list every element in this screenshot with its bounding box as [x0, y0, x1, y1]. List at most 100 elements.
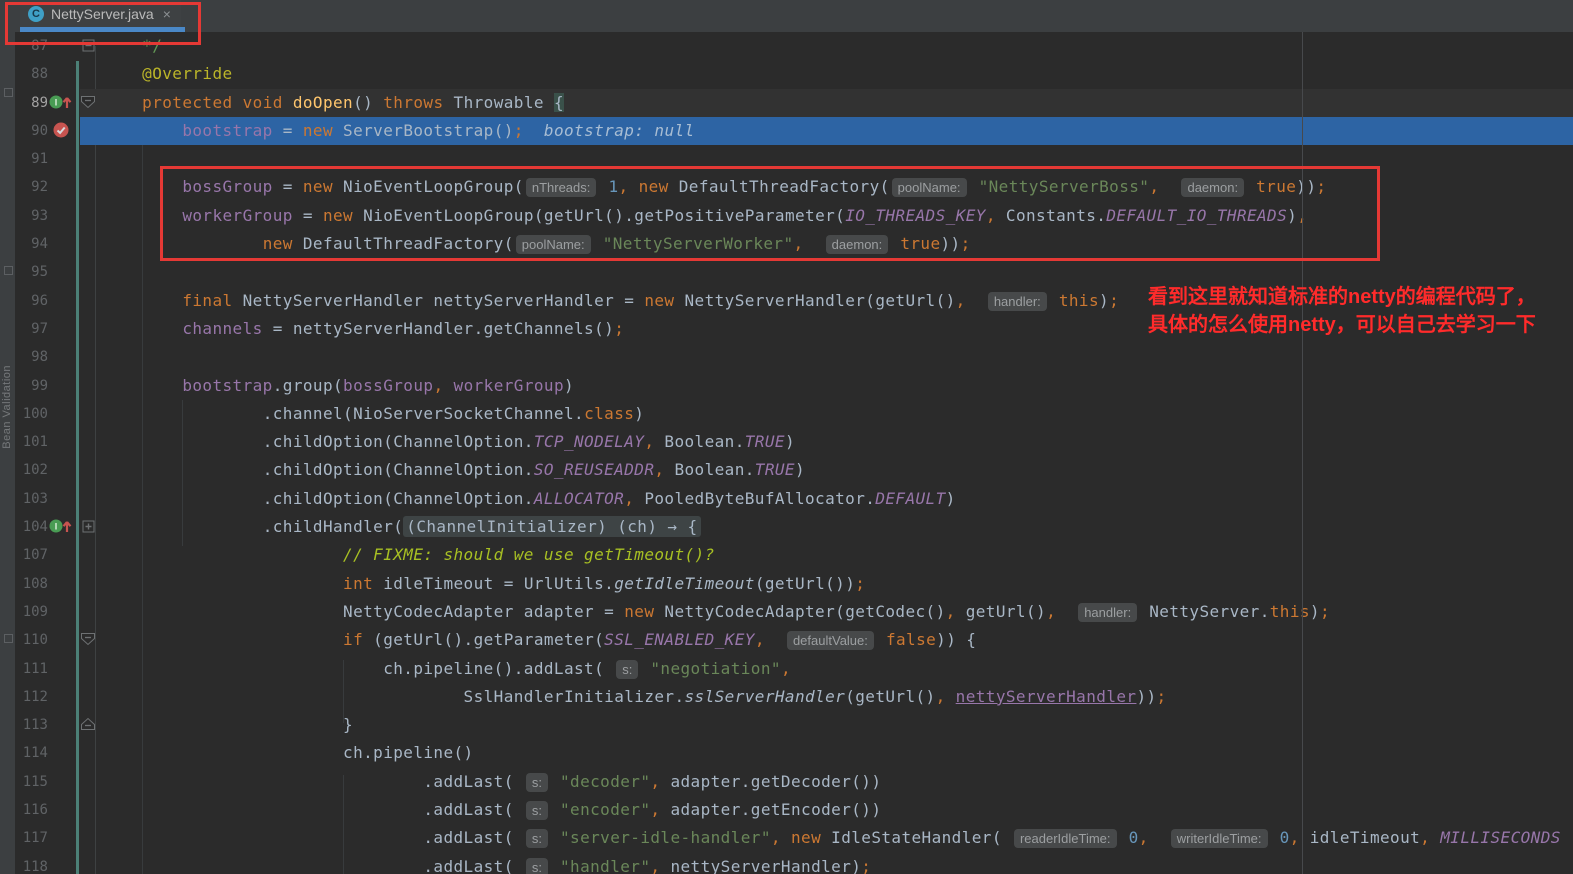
- token: [781, 828, 791, 847]
- tool-window-stub-icon[interactable]: [4, 634, 13, 643]
- line-number[interactable]: 109: [15, 598, 48, 626]
- tool-window-stub-icon[interactable]: [4, 88, 13, 97]
- line-number[interactable]: 92: [15, 173, 48, 201]
- token: Throwable: [444, 93, 554, 112]
- line-number[interactable]: 107: [15, 541, 48, 569]
- line-number[interactable]: 96: [15, 287, 48, 315]
- tool-window-stripe[interactable]: Bean Validation: [0, 0, 15, 874]
- code-line-99[interactable]: 99 bootstrap.group(bossGroup, workerGrou…: [15, 372, 1573, 400]
- code-line-89[interactable]: 89I protected void doOpen() throws Throw…: [15, 89, 1573, 117]
- token: TRUE: [745, 432, 785, 451]
- line-number[interactable]: 115: [15, 768, 48, 796]
- token: sslServerHandler: [685, 687, 846, 706]
- code-line-115[interactable]: 115 .addLast( s: "decoder", adapter.getD…: [15, 768, 1573, 796]
- line-number[interactable]: 111: [15, 655, 48, 683]
- line-number[interactable]: 102: [15, 456, 48, 484]
- code-line-114[interactable]: 114 ch.pipeline(): [15, 739, 1573, 767]
- token: 0: [1280, 828, 1290, 847]
- line-number[interactable]: 99: [15, 372, 48, 400]
- code-line-88[interactable]: 88 @Override: [15, 60, 1573, 88]
- line-number[interactable]: 116: [15, 796, 48, 824]
- line-number[interactable]: 94: [15, 230, 48, 258]
- code-text: bootstrap = new ServerBootstrap(); boots…: [102, 121, 695, 140]
- line-number[interactable]: 112: [15, 683, 48, 711]
- code-editor[interactable]: 87 */88 @Override89I protected void doOp…: [15, 32, 1573, 874]
- token: [550, 857, 560, 874]
- token: SSL_ENABLED_KEY: [604, 630, 755, 649]
- code-text: if (getUrl().getParameter(SSL_ENABLED_KE…: [102, 630, 976, 649]
- token: throws: [383, 93, 443, 112]
- line-number[interactable]: 100: [15, 400, 48, 428]
- line-number[interactable]: 98: [15, 343, 48, 371]
- code-line-101[interactable]: 101 .childOption(ChannelOption.TCP_NODEL…: [15, 428, 1573, 456]
- line-number[interactable]: 101: [15, 428, 48, 456]
- line-number[interactable]: 103: [15, 485, 48, 513]
- code-line-110[interactable]: 110 if (getUrl().getParameter(SSL_ENABLE…: [15, 626, 1573, 654]
- override-marker-icon[interactable]: I: [48, 513, 74, 541]
- breakpoint-icon[interactable]: [48, 117, 74, 145]
- line-number[interactable]: 110: [15, 626, 48, 654]
- line-number[interactable]: 91: [15, 145, 48, 173]
- line-number[interactable]: 118: [15, 853, 48, 874]
- token: int: [343, 574, 373, 593]
- line-number[interactable]: 104: [15, 513, 48, 541]
- token: ,: [1046, 602, 1056, 621]
- token: bootstrap: [182, 121, 272, 140]
- line-number[interactable]: 97: [15, 315, 48, 343]
- code-line-113[interactable]: 113 }: [15, 711, 1573, 739]
- line-number[interactable]: 90: [15, 117, 48, 145]
- token: NettyCodecAdapter(getCodec(): [654, 602, 945, 621]
- token: {: [554, 93, 564, 112]
- line-number[interactable]: 117: [15, 824, 48, 852]
- token: ): [795, 460, 805, 479]
- token: void: [243, 93, 283, 112]
- token: .childOption(ChannelOption.: [263, 460, 534, 479]
- code-line-108[interactable]: 108 int idleTimeout = UrlUtils.getIdleTi…: [15, 570, 1573, 598]
- token: IdleStateHandler(: [821, 828, 1012, 847]
- token: ,: [654, 460, 664, 479]
- folded-code-chip[interactable]: (ChannelInitializer) (ch) → {: [403, 516, 700, 537]
- token: MILLISECONDS: [1440, 828, 1561, 847]
- token: .childOption(ChannelOption.: [263, 432, 534, 451]
- code-line-104[interactable]: 104I .childHandler((ChannelInitializer) …: [15, 513, 1573, 541]
- token: NettyServer.: [1139, 602, 1270, 621]
- code-line-98[interactable]: 98: [15, 343, 1573, 371]
- token: [443, 376, 453, 395]
- token: new: [791, 828, 821, 847]
- override-marker-icon[interactable]: I: [48, 89, 74, 117]
- token: .addLast(: [423, 772, 523, 791]
- code-line-117[interactable]: 117 .addLast( s: "server-idle-handler", …: [15, 824, 1573, 852]
- code-line-87[interactable]: 87 */: [15, 32, 1573, 60]
- token: bossGroup: [343, 376, 433, 395]
- parameter-hint: defaultValue:: [787, 631, 874, 650]
- token: [283, 93, 293, 112]
- line-number[interactable]: 89: [15, 89, 48, 117]
- code-line-109[interactable]: 109 NettyCodecAdapter adapter = new Nett…: [15, 598, 1573, 626]
- token: bootstrap: [182, 376, 272, 395]
- code-line-90[interactable]: 90 bootstrap = new ServerBootstrap(); bo…: [15, 117, 1573, 145]
- code-line-116[interactable]: 116 .addLast( s: "encoder", adapter.getE…: [15, 796, 1573, 824]
- code-line-102[interactable]: 102 .childOption(ChannelOption.SO_REUSEA…: [15, 456, 1573, 484]
- code-line-100[interactable]: 100 .channel(NioServerSocketChannel.clas…: [15, 400, 1573, 428]
- code-line-118[interactable]: 118 .addLast( s: "handler", nettyServerH…: [15, 853, 1573, 874]
- tool-window-tab-bean-validation[interactable]: Bean Validation: [1, 365, 13, 449]
- line-number[interactable]: 93: [15, 202, 48, 230]
- token: [1270, 828, 1280, 847]
- token: ): [634, 404, 644, 423]
- line-number[interactable]: 95: [15, 258, 48, 286]
- code-line-103[interactable]: 103 .childOption(ChannelOption.ALLOCATOR…: [15, 485, 1573, 513]
- token: ,: [1290, 828, 1300, 847]
- code-text: SslHandlerInitializer.sslServerHandler(g…: [102, 687, 1167, 706]
- token: .group(: [273, 376, 343, 395]
- code-line-111[interactable]: 111 ch.pipeline().addLast( s: "negotiati…: [15, 655, 1573, 683]
- code-line-107[interactable]: 107 // FIXME: should we use getTimeout()…: [15, 541, 1573, 569]
- line-number[interactable]: 108: [15, 570, 48, 598]
- line-number[interactable]: 88: [15, 60, 48, 88]
- code-text: @Override: [102, 64, 233, 83]
- code-text: channels = nettyServerHandler.getChannel…: [102, 319, 624, 338]
- line-number[interactable]: 113: [15, 711, 48, 739]
- tool-window-stub-icon[interactable]: [4, 266, 13, 275]
- line-number[interactable]: 114: [15, 739, 48, 767]
- token: (getUrl()): [755, 574, 855, 593]
- code-line-112[interactable]: 112 SslHandlerInitializer.sslServerHandl…: [15, 683, 1573, 711]
